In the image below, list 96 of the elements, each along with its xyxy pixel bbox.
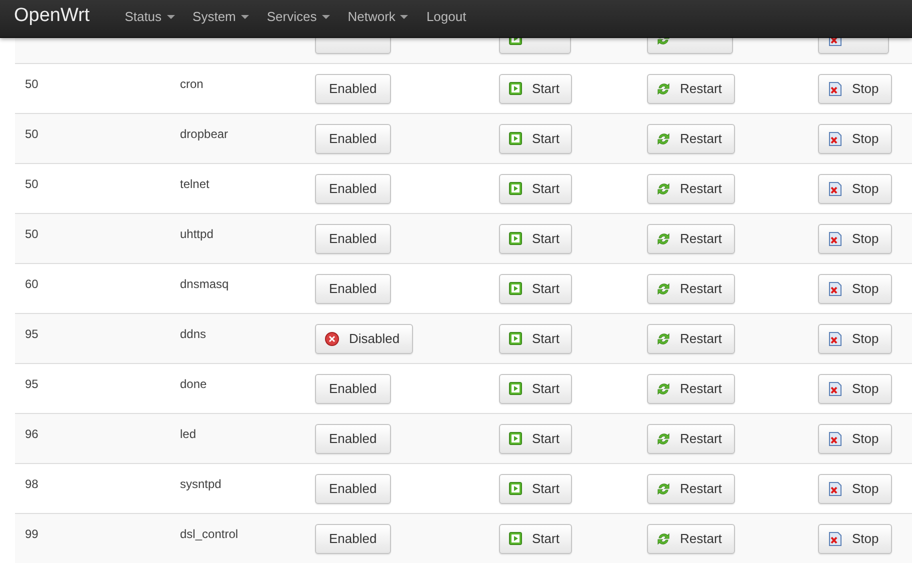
stop-document-icon — [828, 332, 842, 346]
priority-text: 99 — [25, 527, 38, 541]
priority-text: 50 — [25, 227, 38, 241]
stop-button[interactable]: Stop — [818, 374, 892, 404]
restart-button[interactable]: Restart — [647, 374, 735, 404]
start-button[interactable]: Start — [499, 274, 572, 304]
priority-text: 50 — [25, 77, 38, 91]
service-name: led — [180, 427, 196, 441]
stop-button[interactable]: Stop — [818, 74, 892, 104]
enabled-button[interactable]: Enabled — [315, 124, 391, 154]
stop-document-icon — [828, 132, 842, 146]
service-name: cron — [180, 77, 204, 91]
start-button[interactable]: Start — [499, 224, 572, 254]
play-icon — [509, 332, 522, 345]
service-name: done — [180, 377, 207, 391]
restart-button[interactable]: Restart — [647, 324, 735, 354]
restart-button[interactable]: Restart — [647, 224, 735, 254]
priority-text: 60 — [25, 277, 38, 291]
stop-document-icon — [828, 282, 842, 296]
start-button[interactable]: Start — [499, 174, 572, 204]
menu-item[interactable]: Network — [338, 9, 418, 24]
enabled-button[interactable]: Enabled — [315, 224, 391, 254]
restart-button[interactable]: Restart — [647, 424, 735, 454]
brand-logo[interactable]: OpenWrt — [0, 4, 116, 26]
service-name: telnet — [180, 177, 210, 191]
refresh-icon — [657, 382, 670, 396]
play-icon — [509, 432, 522, 445]
refresh-icon — [657, 532, 670, 546]
refresh-icon — [657, 132, 670, 146]
play-icon — [509, 482, 522, 495]
restart-button[interactable]: Restart — [647, 524, 735, 554]
start-button[interactable]: Start — [499, 374, 572, 404]
restart-button[interactable]: Restart — [647, 124, 735, 154]
play-icon — [509, 282, 522, 295]
stop-button[interactable]: Stop — [818, 224, 892, 254]
restart-button[interactable]: Restart — [647, 174, 735, 204]
enabled-button[interactable]: Enabled — [315, 174, 391, 204]
enabled-button[interactable]: Enabled — [315, 74, 391, 104]
priority-text: 50 — [25, 177, 38, 191]
stop-document-icon — [828, 482, 842, 496]
refresh-icon — [657, 332, 670, 346]
enabled-button[interactable]: Enabled — [315, 474, 391, 504]
stop-document-icon — [828, 532, 842, 546]
start-button[interactable]: Start — [499, 124, 572, 154]
service-name: dropbear — [180, 127, 228, 141]
priority-text: 95 — [25, 327, 38, 341]
stop-button[interactable]: Stop — [818, 174, 892, 204]
menu-item[interactable]: System — [184, 9, 258, 24]
stop-document-icon — [828, 382, 842, 396]
start-button[interactable]: Start — [499, 424, 572, 454]
enabled-button[interactable]: Enabled — [315, 524, 391, 554]
play-icon — [509, 382, 522, 395]
stop-button[interactable]: Stop — [818, 424, 892, 454]
stop-button[interactable]: Stop — [818, 274, 892, 304]
service-name: dnsmasq — [180, 277, 229, 291]
menu-item[interactable]: Logout — [417, 9, 476, 24]
refresh-icon — [657, 182, 670, 196]
restart-button[interactable]: Restart — [647, 74, 735, 104]
enabled-button[interactable]: Enabled — [315, 424, 391, 454]
enabled-button[interactable]: Enabled — [315, 274, 391, 304]
refresh-icon — [657, 482, 670, 496]
refresh-icon — [657, 282, 670, 296]
error-icon — [325, 332, 339, 346]
restart-button[interactable]: Restart — [647, 274, 735, 304]
refresh-icon — [657, 82, 670, 96]
service-name: sysntpd — [180, 477, 222, 491]
restart-button[interactable]: Restart — [647, 474, 735, 504]
stop-button[interactable]: Stop — [818, 124, 892, 154]
play-icon — [509, 182, 522, 195]
refresh-icon — [657, 232, 670, 246]
refresh-icon — [657, 432, 670, 446]
start-button[interactable]: Start — [499, 74, 572, 104]
stop-document-icon — [828, 82, 842, 96]
start-button[interactable]: Start — [499, 474, 572, 504]
stop-document-icon — [828, 432, 842, 446]
priority-text: 98 — [25, 477, 38, 491]
priority-text: 50 — [25, 127, 38, 141]
play-icon — [509, 132, 522, 145]
priority-text: 96 — [25, 427, 38, 441]
stop-button[interactable]: Stop — [818, 524, 892, 554]
play-icon — [509, 232, 522, 245]
priority-text: 95 — [25, 377, 38, 391]
service-name: uhttpd — [180, 227, 214, 241]
start-button[interactable]: Start — [499, 324, 572, 354]
play-icon — [509, 82, 522, 95]
start-button[interactable]: Start — [499, 524, 572, 554]
menu-item[interactable]: Status — [116, 9, 184, 24]
service-name: ddns — [180, 327, 206, 341]
service-name: dsl_control — [180, 527, 238, 541]
stop-document-icon — [828, 232, 842, 246]
enabled-button[interactable]: Enabled — [315, 374, 391, 404]
stop-button[interactable]: Stop — [818, 324, 892, 354]
stop-document-icon — [828, 182, 842, 196]
play-icon — [509, 532, 522, 545]
stop-button[interactable]: Stop — [818, 474, 892, 504]
menu-item[interactable]: Services — [258, 9, 339, 24]
